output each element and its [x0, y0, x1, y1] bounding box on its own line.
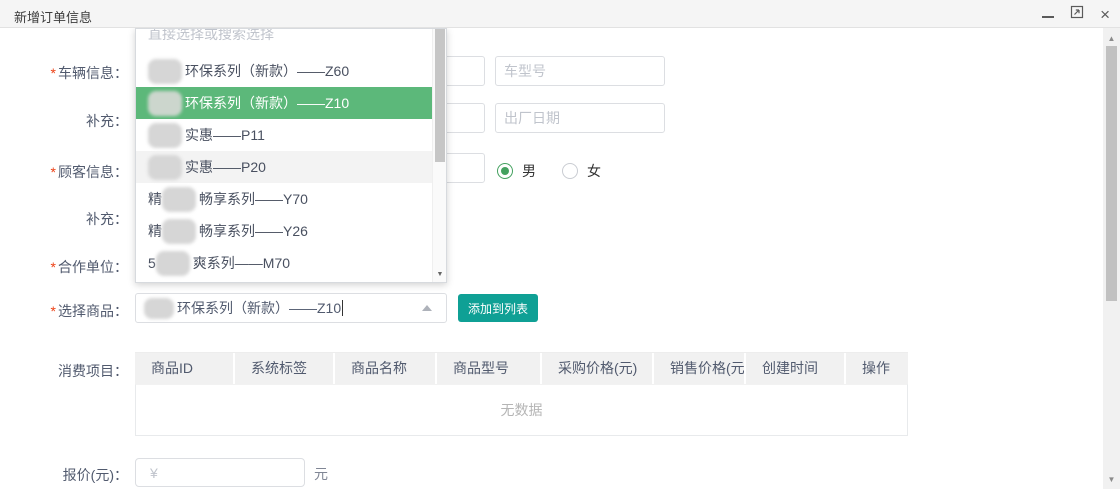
- product-dropdown-panel: 直接选择或搜索选择 环保系列（新款）——Z60 环保系列（新款）——Z10 实惠——…: [135, 28, 447, 283]
- dropdown-option[interactable]: 精 畅享系列——Y26: [136, 215, 433, 247]
- table-header-cell: 商品ID: [135, 353, 235, 384]
- gender-male-radio[interactable]: 男: [497, 161, 536, 181]
- supplement2-label: 补充：: [0, 209, 128, 229]
- dropdown-option[interactable]: 5 爽系列——M70: [136, 247, 433, 279]
- dropdown-option[interactable]: 实惠——P20: [136, 151, 433, 183]
- dropdown-scrollbar[interactable]: ▼: [432, 29, 446, 282]
- redacted-blur: [156, 251, 190, 276]
- add-to-list-button[interactable]: 添加到列表: [458, 294, 538, 322]
- redacted-blur: [148, 59, 182, 84]
- redacted-blur: [162, 187, 196, 212]
- quote-label: 报价(元)：: [0, 465, 128, 485]
- factory-date-input[interactable]: [495, 103, 665, 133]
- redacted-blur: [148, 91, 182, 116]
- option-label: 实惠——P11: [185, 125, 265, 145]
- dropdown-option[interactable]: 精 畅享系列——Y70: [136, 183, 433, 215]
- dropdown-search-placeholder: 直接选择或搜索选择: [148, 28, 274, 44]
- option-label: 实惠——P20: [185, 157, 266, 177]
- partner-label: *合作单位：: [0, 257, 128, 277]
- table-header-cell: 操作: [846, 353, 908, 384]
- scrollbar-down-icon[interactable]: ▼: [1103, 471, 1120, 487]
- vehicle-info-label: *车辆信息：: [0, 63, 128, 83]
- option-prefix: 精: [148, 189, 162, 209]
- dropdown-scrollbar-thumb[interactable]: [435, 29, 445, 162]
- dropdown-option[interactable]: 环保系列（新款）——Z60: [136, 55, 433, 87]
- radio-selected-icon: [497, 163, 513, 179]
- add-order-dialog: 新增订单信息 × ▲ ▼ *车辆信息： 补充： *顾客信息： 补充： *合作单位…: [0, 0, 1120, 489]
- redacted-blur: [162, 219, 196, 244]
- product-dropdown-list: 环保系列（新款）——Z60 环保系列（新款）——Z10 实惠——P11 实惠——P20…: [136, 55, 433, 279]
- chevron-up-icon: [422, 305, 432, 311]
- redacted-blur: [144, 298, 174, 319]
- table-header-cell: 商品型号: [437, 353, 542, 384]
- table-header-cell: 采购价格(元): [542, 353, 654, 384]
- scrollbar-up-icon[interactable]: ▲: [1103, 30, 1120, 46]
- close-icon[interactable]: ×: [1100, 6, 1110, 23]
- consumption-label: 消费项目：: [0, 361, 128, 381]
- radio-unselected-icon: [562, 163, 578, 179]
- product-select[interactable]: 环保系列（新款）——Z10: [135, 293, 447, 323]
- table-empty-row: 无数据: [135, 384, 908, 436]
- gender-female-radio[interactable]: 女: [562, 161, 601, 181]
- text-cursor: [342, 300, 343, 316]
- consumption-table: 商品ID系统标签商品名称商品型号采购价格(元)销售价格(元)创建时间操作 无数据: [135, 352, 908, 436]
- select-product-label: *选择商品：: [0, 301, 128, 321]
- dropdown-option[interactable]: 实惠——P11: [136, 119, 433, 151]
- maximize-icon[interactable]: [1070, 5, 1084, 24]
- minimize-icon[interactable]: [1042, 5, 1054, 23]
- vehicle-model-input[interactable]: [495, 56, 665, 86]
- dialog-title: 新增订单信息: [14, 7, 92, 26]
- product-select-value: 环保系列（新款）——Z10: [177, 298, 341, 318]
- dropdown-option[interactable]: 环保系列（新款）——Z10: [136, 87, 433, 119]
- table-header-row: 商品ID系统标签商品名称商品型号采购价格(元)销售价格(元)创建时间操作: [135, 352, 908, 384]
- option-label: 畅享系列——Y70: [199, 189, 308, 209]
- gender-radio-group: 男 女: [497, 161, 601, 181]
- scrollbar-thumb[interactable]: [1106, 46, 1117, 301]
- dialog-titlebar: 新增订单信息 ×: [0, 0, 1120, 28]
- page-scrollbar[interactable]: ▲ ▼: [1103, 28, 1120, 489]
- option-label: 爽系列——M70: [193, 253, 290, 273]
- quote-unit-text: 元: [314, 464, 328, 484]
- redacted-blur: [148, 123, 182, 148]
- option-prefix: 5: [148, 255, 156, 271]
- option-prefix: 精: [148, 221, 162, 241]
- redacted-blur: [148, 155, 182, 180]
- table-header-cell: 销售价格(元): [654, 353, 746, 384]
- option-label: 环保系列（新款）——Z60: [185, 61, 349, 81]
- table-header-cell: 商品名称: [335, 353, 437, 384]
- gender-female-label: 女: [587, 161, 601, 181]
- customer-info-label: *顾客信息：: [0, 162, 128, 182]
- table-header-cell: 创建时间: [746, 353, 846, 384]
- option-label: 环保系列（新款）——Z10: [185, 93, 349, 113]
- dropdown-scroll-down-icon[interactable]: ▼: [433, 271, 447, 278]
- quote-amount-input[interactable]: [135, 458, 305, 487]
- table-header-cell: 系统标签: [235, 353, 335, 384]
- gender-male-label: 男: [522, 161, 536, 181]
- supplement1-label: 补充：: [0, 111, 128, 131]
- window-controls: ×: [1042, 0, 1110, 28]
- option-label: 畅享系列——Y26: [199, 221, 308, 241]
